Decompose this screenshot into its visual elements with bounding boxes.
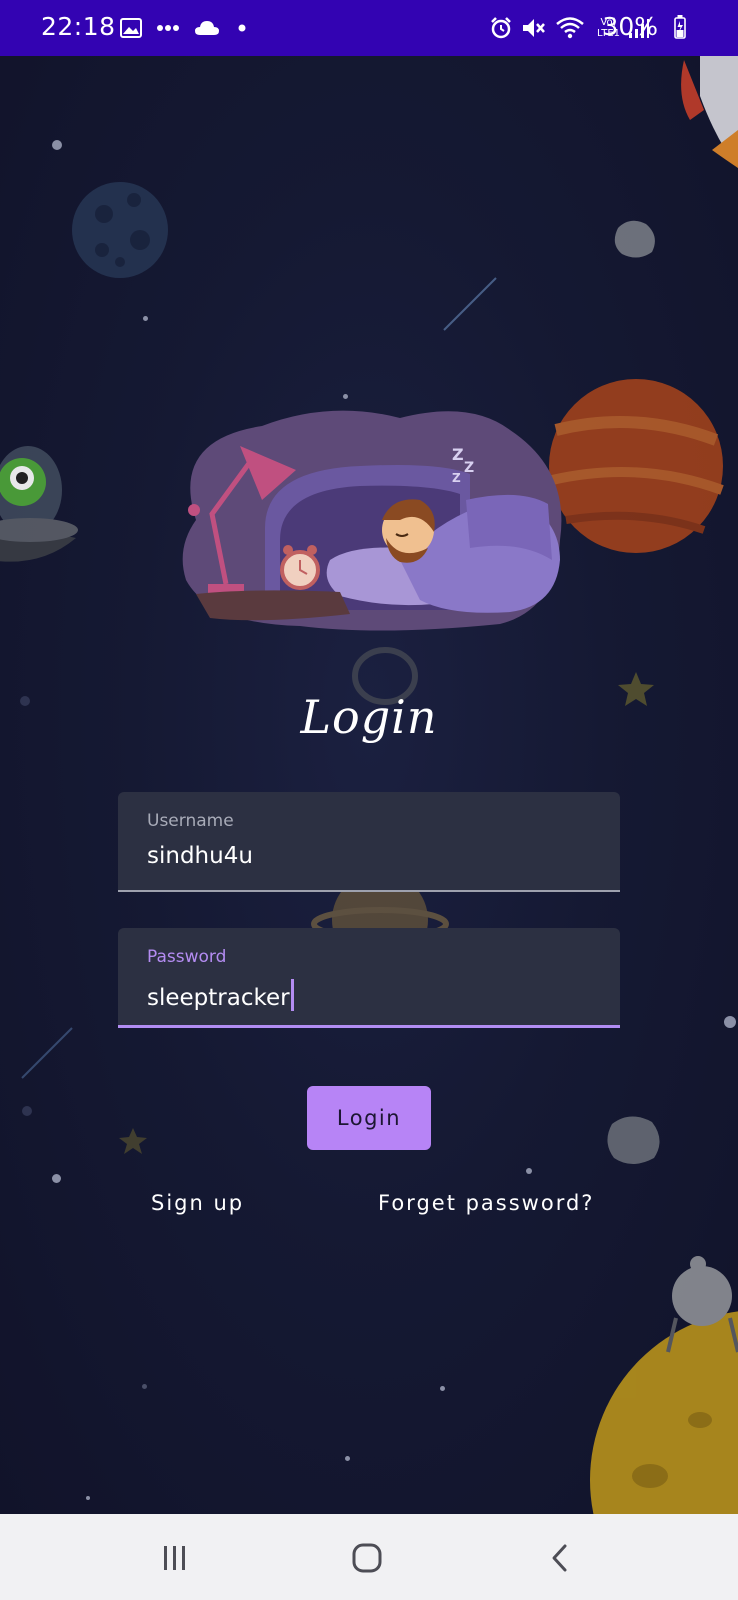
username-field[interactable]: Username sindhu4u [118,792,620,892]
more-dots-icon [157,25,179,31]
password-input[interactable]: sleeptracker [147,979,294,1011]
svg-text:Z: Z [452,445,464,464]
wifi-icon [556,17,584,39]
forget-password-link[interactable]: Forget password? [378,1191,594,1215]
status-bar: 22:18 Vo) LTE1 30% [0,0,738,56]
password-label: Password [147,947,227,967]
status-time: 22:18 [41,12,116,41]
recent-apps-button[interactable] [157,1540,193,1576]
sleep-illustration: Z Z Z [182,410,562,631]
cloud-icon [195,21,219,35]
battery-percent: 30% [602,12,658,41]
mute-icon [523,19,545,37]
text-caret [290,979,294,1011]
login-title: Login [300,690,438,744]
back-icon [552,1544,567,1572]
orange-planet [549,379,724,553]
dot-icon [238,24,246,32]
battery-icon [674,15,686,39]
username-label: Username [147,811,234,831]
back-button[interactable] [542,1540,578,1576]
status-left-icons [120,14,246,42]
svg-text:Z: Z [452,471,461,485]
svg-text:Z: Z [464,460,474,476]
recent-apps-icon [164,1546,185,1570]
login-button[interactable]: Login [307,1086,431,1150]
space-illustrations: Z Z Z [0,56,738,1514]
home-button[interactable] [349,1540,385,1576]
crater-planet [72,182,168,278]
alarm-icon [491,17,511,39]
navigation-bar [0,1514,738,1600]
password-value: sleeptracker [147,985,290,1011]
rocket [681,56,738,168]
username-input[interactable]: sindhu4u [147,843,253,869]
signup-link[interactable]: Sign up [151,1191,244,1215]
alien-ufo [0,446,78,562]
space-background: Z Z Z Login Username sindhu4u Password s… [0,56,738,1514]
moon-robot [590,1256,738,1514]
password-field[interactable]: Password sleeptracker [118,928,620,1028]
image-icon [120,18,142,38]
home-icon [352,1543,382,1573]
